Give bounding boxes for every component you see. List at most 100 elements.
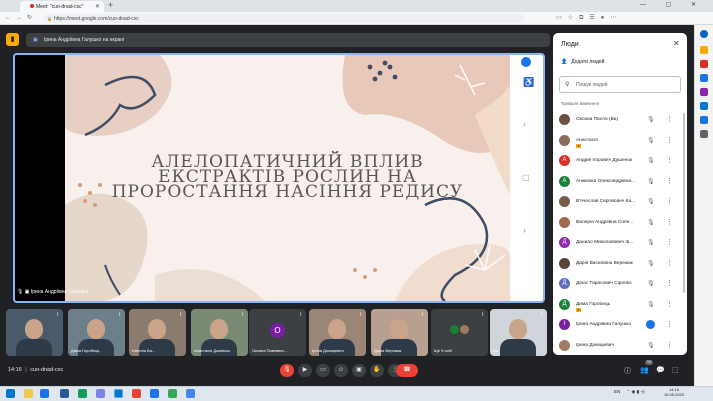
participant-row[interactable]: Дарія Василівна Вережак 🎙 ⋮ xyxy=(553,254,687,274)
mic-off-icon[interactable]: 🎙 xyxy=(647,342,655,349)
bing-icon[interactable] xyxy=(700,30,708,38)
participant-row[interactable]: Д Дима Горобець ★ 🎙 ⋮ xyxy=(553,295,687,315)
app-icon[interactable] xyxy=(150,389,159,398)
taskbar-clock[interactable]: 14:16 16.05.2023 xyxy=(664,387,684,397)
participant-row[interactable]: А Андрій Ігорович Душенок 🎙 ⋮ xyxy=(553,151,687,171)
search-icon[interactable] xyxy=(700,46,708,54)
participant-row[interactable]: А Анжеліка Олександрівна... 🎙 ⋮ xyxy=(553,172,687,192)
back-icon[interactable]: ← xyxy=(5,15,16,21)
next-slide-icon[interactable]: › xyxy=(523,225,526,235)
more-vert-icon[interactable]: ⋮ xyxy=(666,238,673,246)
participant-thumbnail[interactable]: ⌇ xyxy=(6,309,63,356)
excel-icon[interactable] xyxy=(78,389,87,398)
participant-row[interactable]: Д Деніс Тарасович Сіренко 🎙 ⋮ xyxy=(553,274,687,294)
profile-icon[interactable]: ● xyxy=(601,15,611,21)
end-call-button[interactable]: ☎ xyxy=(396,364,418,377)
more-vert-icon[interactable]: ⋮ xyxy=(666,259,673,267)
participant-row[interactable]: Валерія Андріївна Сопе... 🎙 ⋮ xyxy=(553,213,687,233)
search-people-input[interactable]: ⚲ Пошук людей xyxy=(559,76,681,93)
mic-off-icon[interactable]: 🎙 xyxy=(647,260,655,267)
new-tab-button[interactable]: + xyxy=(108,0,113,10)
forward-icon[interactable]: → xyxy=(16,15,27,21)
camera-icon[interactable]: ▭ xyxy=(556,15,568,21)
more-vert-icon[interactable]: ⋮ xyxy=(666,197,673,205)
more-vert-icon[interactable]: ⋮ xyxy=(666,156,673,164)
mail-icon[interactable] xyxy=(40,389,49,398)
browser-tab-meet[interactable]: Meet: "cuo-dnad-cxc" ✕ xyxy=(20,1,104,12)
url-field[interactable]: 🔒 https://meet.google.com/cuo-dnad-cxc xyxy=(44,14,524,23)
star-icon[interactable]: ☆ xyxy=(568,15,579,21)
more-vert-icon[interactable]: ⋮ xyxy=(666,177,673,185)
participant-row[interactable]: Ірина Доміщевич 🎙 ⋮ xyxy=(553,336,687,356)
edge-icon[interactable] xyxy=(114,389,123,398)
participant-thumbnail[interactable]: ⌇ Дима Горобець xyxy=(68,309,125,356)
shopping-icon[interactable] xyxy=(700,60,708,68)
participant-thumbnail[interactable]: ⌇ Ще 9 осіб xyxy=(431,309,488,356)
participant-row[interactable]: Анастасія ★ 🎙 ⋮ xyxy=(553,131,687,151)
extensions-icon[interactable]: ⧉ xyxy=(579,15,589,21)
presentation-tile[interactable]: АЛЕЛОПАТИЧНИЙ ВПЛИВ ЕКСТРАКТІВ РОСЛИН НА… xyxy=(13,53,545,303)
participant-row[interactable]: Оксана Пасло (Ви) 🎙 ⋮ xyxy=(553,110,687,130)
outlook-icon[interactable] xyxy=(700,116,708,124)
participant-thumbnail[interactable]: ⌇ Ви xyxy=(490,309,547,356)
add-people-button[interactable]: 👤 Додати людей xyxy=(561,59,604,65)
chat-icon[interactable]: 💬 xyxy=(656,366,665,374)
tools-icon[interactable] xyxy=(700,74,708,82)
system-tray[interactable]: EN ⌃ ◉ ▮ ◖) xyxy=(614,389,645,395)
more-vert-icon[interactable]: ⋮ xyxy=(666,320,673,328)
tab-close-icon[interactable]: ✕ xyxy=(95,3,100,10)
participant-row[interactable]: І Ірина Андріївна Галушко ⋮ xyxy=(553,315,687,335)
more-vert-icon[interactable]: ⋮ xyxy=(666,341,673,349)
more-vert-icon[interactable]: ⋮ xyxy=(666,136,673,144)
menu-icon[interactable]: ⋯ xyxy=(610,15,622,21)
reload-icon[interactable]: ↻ xyxy=(27,15,37,21)
app-icon[interactable] xyxy=(186,389,195,398)
accessibility-icon[interactable]: ♿ xyxy=(523,77,534,88)
participant-row[interactable]: В'ячеслав Сергійович Ка... 🎙 ⋮ xyxy=(553,192,687,212)
mic-off-icon[interactable]: 🎙 xyxy=(647,116,655,123)
browser-toolbar-icons[interactable]: ▭☆⧉☰●⋯ xyxy=(556,14,622,22)
present-button[interactable]: ▣ xyxy=(352,364,366,377)
slide-view-icon[interactable]: ▢ xyxy=(522,173,530,182)
more-vert-icon[interactable]: ⋮ xyxy=(666,300,673,308)
nav-buttons[interactable]: ←→↻ xyxy=(5,14,37,21)
raise-hand-button[interactable]: ✋ xyxy=(370,364,384,377)
favorites-icon[interactable]: ☰ xyxy=(589,15,600,21)
reactions-button[interactable]: ☺ xyxy=(334,364,348,377)
participant-thumbnail[interactable]: О ⌇ Оксана Павлівна... xyxy=(249,309,306,356)
participant-row[interactable]: Д Данило Миколайович Ів... 🎙 ⋮ xyxy=(553,233,687,253)
more-vert-icon[interactable]: ⋮ xyxy=(666,218,673,226)
participant-thumbnail[interactable]: ⌇ Анастасія Домінськ xyxy=(191,309,248,356)
tray-icons[interactable]: ⌃ ◉ ▮ ◖) xyxy=(627,389,645,394)
mic-off-icon[interactable]: 🎙 xyxy=(647,280,655,287)
camera-toggle-button[interactable]: ▶ xyxy=(298,364,312,377)
mic-off-icon[interactable]: 🎙 xyxy=(647,178,655,185)
prev-slide-icon[interactable]: ‹ xyxy=(523,119,526,129)
mic-off-icon[interactable]: 🎙 xyxy=(647,239,655,246)
info-icon[interactable]: ⓘ xyxy=(624,366,631,376)
mic-toggle-button[interactable]: 🎙 xyxy=(280,364,294,377)
window-controls[interactable]: — ▢ ✕ xyxy=(640,1,705,8)
teams-icon[interactable] xyxy=(96,389,105,398)
participant-thumbnail[interactable]: ⌇ Ірина Доміщевич xyxy=(309,309,366,356)
mic-off-icon[interactable]: 🎙 xyxy=(647,157,655,164)
office-icon[interactable] xyxy=(700,102,708,110)
participant-thumbnail[interactable]: ⌇ Євгенія Ба... xyxy=(129,309,186,356)
more-vert-icon[interactable]: ⋮ xyxy=(666,115,673,123)
language-indicator[interactable]: EN xyxy=(614,389,620,394)
start-icon[interactable] xyxy=(6,389,15,398)
chrome-icon[interactable] xyxy=(132,389,141,398)
close-icon[interactable]: ✕ xyxy=(673,39,680,48)
word-icon[interactable] xyxy=(60,389,69,398)
file-explorer-icon[interactable] xyxy=(24,389,33,398)
more-vert-icon[interactable]: ⋮ xyxy=(666,279,673,287)
captions-button[interactable]: ▭ xyxy=(316,364,330,377)
activities-icon[interactable]: ⬚ xyxy=(672,366,679,374)
people-icon[interactable]: 👥 xyxy=(640,366,649,374)
participant-thumbnail[interactable]: ⌇ Дарія Вережак xyxy=(371,309,428,356)
mic-off-icon[interactable]: 🎙 xyxy=(647,301,655,308)
add-icon[interactable] xyxy=(700,130,708,138)
games-icon[interactable] xyxy=(700,88,708,96)
mic-off-icon[interactable]: 🎙 xyxy=(647,219,655,226)
app-icon[interactable] xyxy=(168,389,177,398)
